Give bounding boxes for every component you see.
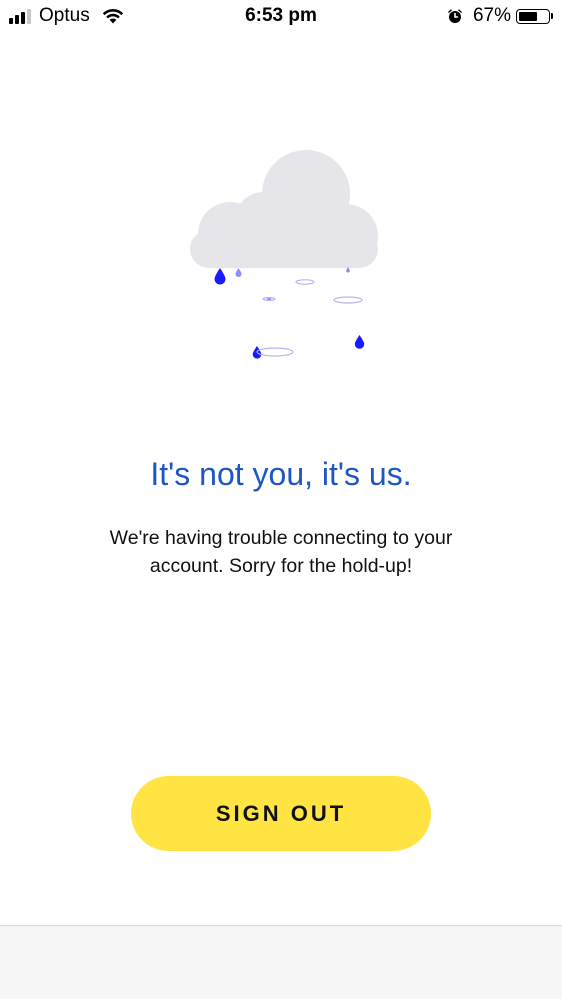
error-message: We're having trouble connecting to your …: [109, 527, 453, 577]
status-bar: Optus 6:53 pm 67%: [0, 0, 562, 32]
ripple: [295, 279, 315, 285]
bottom-bar: [0, 925, 562, 999]
status-bar-right: 67%: [447, 5, 553, 27]
puddle-ripples: [256, 279, 363, 357]
raindrop-icon: [235, 268, 242, 277]
battery-percentage: 67%: [472, 5, 511, 26]
battery-cap: [551, 13, 553, 19]
ripple: [333, 296, 363, 304]
raindrop-icon: [354, 335, 365, 349]
error-screen: Optus 6:53 pm 67% It's not you, it's us.…: [0, 0, 562, 999]
ripple: [256, 347, 294, 357]
battery-level-fill: [519, 11, 537, 21]
rain-cloud-illustration: [190, 150, 378, 359]
error-headline: It's not you, it's us.: [150, 456, 412, 492]
battery-icon: [516, 8, 550, 24]
sign-out-button[interactable]: SIGN OUT: [131, 776, 431, 851]
cloud-icon: [190, 150, 378, 268]
raindrop-icon: [214, 268, 226, 285]
raindrops: [214, 267, 365, 359]
alarm-clock-icon: [447, 9, 462, 23]
